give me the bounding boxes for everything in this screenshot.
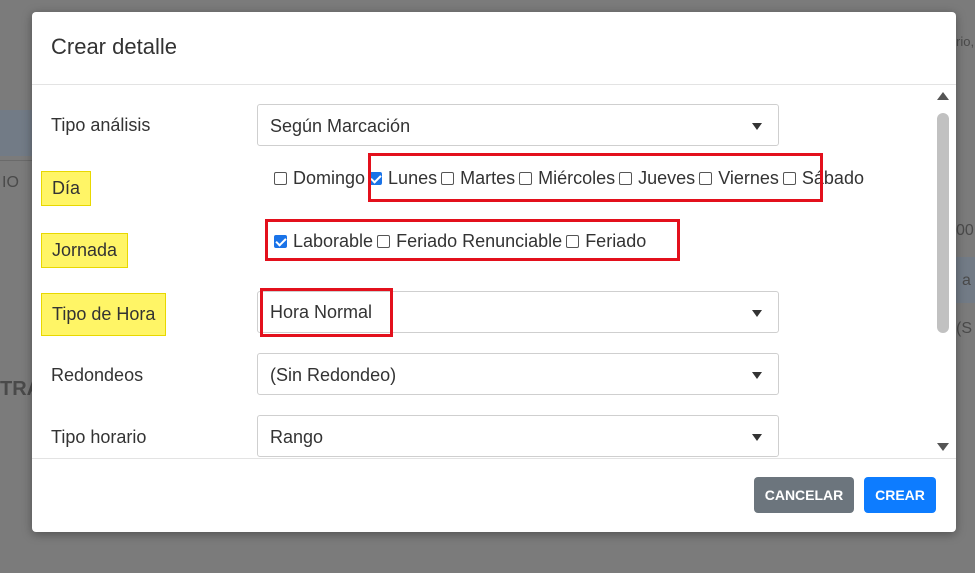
tipo-hora-label: Tipo de Hora xyxy=(41,293,167,336)
modal-header: Crear detalle xyxy=(32,12,956,85)
dia-option-domingo[interactable]: Domingo xyxy=(274,168,365,189)
redondeos-value: (Sin Redondeo) xyxy=(270,365,397,385)
bg-fragment: rio, xyxy=(956,34,975,49)
annotation-box-dias xyxy=(368,153,823,202)
scrollbar-thumb[interactable] xyxy=(937,113,949,333)
chevron-down-icon xyxy=(752,372,762,379)
dia-label: Día xyxy=(41,171,92,206)
crear-detalle-modal: Crear detalle Tipo análisis Según Marcac… xyxy=(32,12,956,532)
chevron-down-icon xyxy=(752,310,762,317)
bg-fragment: IO xyxy=(2,174,19,191)
bg-fragment: (S xyxy=(956,320,972,337)
chevron-down-icon xyxy=(752,123,762,130)
create-button[interactable]: CREAR xyxy=(864,477,936,513)
cancel-button[interactable]: CANCELAR xyxy=(754,477,854,513)
tipo-analisis-value: Según Marcación xyxy=(270,116,411,136)
bg-fragment: a xyxy=(962,272,971,289)
annotation-box-tipo-hora xyxy=(260,288,393,337)
jornada-label: Jornada xyxy=(41,233,129,268)
tipo-horario-label: Tipo horario xyxy=(51,427,147,447)
scroll-down-arrow-icon[interactable] xyxy=(937,443,949,451)
scroll-up-arrow-icon[interactable] xyxy=(937,92,949,100)
modal-body: Tipo análisis Según Marcación Día Doming… xyxy=(32,85,956,458)
option-label: Domingo xyxy=(293,168,366,188)
annotation-box-jornada xyxy=(265,219,680,261)
tipo-analisis-label: Tipo análisis xyxy=(51,115,151,135)
modal-title: Crear detalle xyxy=(51,34,177,59)
redondeos-select[interactable]: (Sin Redondeo) xyxy=(257,353,779,395)
bg-fragment: 00 xyxy=(956,222,974,239)
tipo-analisis-select[interactable]: Según Marcación xyxy=(257,104,779,146)
tipo-horario-select[interactable]: Rango xyxy=(257,415,779,457)
tipo-horario-value: Rango xyxy=(270,427,324,447)
bg-divider xyxy=(0,160,32,161)
chevron-down-icon xyxy=(752,434,762,441)
checkbox[interactable] xyxy=(274,172,287,185)
redondeos-label: Redondeos xyxy=(51,365,144,385)
bg-band xyxy=(0,110,32,156)
